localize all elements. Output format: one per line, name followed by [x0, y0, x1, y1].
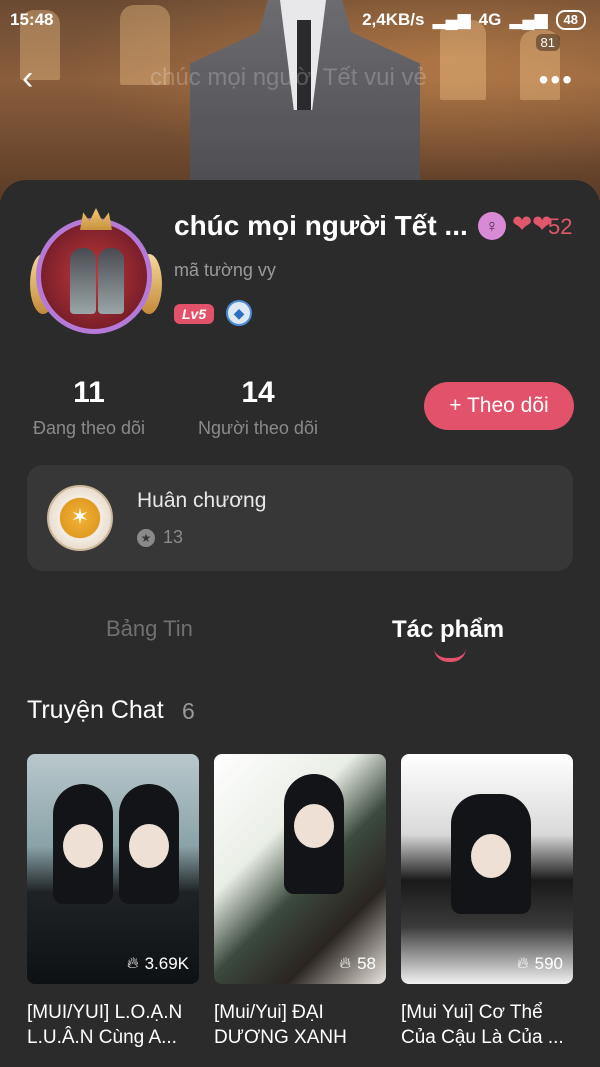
cover-character-face — [129, 824, 169, 868]
story-title: [Mui/Yui] ĐẠI DƯƠNG XANH — [214, 1002, 347, 1048]
profile-display-name: chúc mọi người Tết ... — [174, 210, 468, 241]
cover-character-face — [63, 824, 103, 868]
followers-label: Người theo dõi — [198, 418, 318, 438]
avatar-crown-icon — [80, 208, 112, 230]
following-label: Đang theo dõi — [32, 418, 146, 438]
story-view-count: 58 — [357, 954, 376, 973]
cover-character-face — [294, 804, 334, 848]
status-bar: 15:48 2,4KB/s ▂▄▆ 4G ▂▄▆ 48 — [0, 8, 600, 34]
flame-icon: 🔥︎ — [516, 955, 529, 972]
notification-count: 81 — [535, 34, 560, 51]
story-cover: 🔥︎ 58 — [214, 754, 386, 984]
hearts-count: 52 — [548, 214, 573, 239]
active-tab-indicator — [434, 648, 466, 662]
level-badge: Lv5 — [174, 304, 215, 324]
medal-title: Huân chương — [137, 489, 267, 512]
followers-count: 14 — [241, 376, 275, 409]
medal-card[interactable]: ✶ Huân chương ★ 13 — [27, 465, 573, 571]
battery-level: 48 — [555, 10, 586, 30]
status-time: 15:48 — [10, 10, 54, 29]
story-cover: 🔥︎ 3.69K — [27, 754, 199, 984]
back-arrow-icon[interactable]: ‹ — [22, 60, 52, 96]
story-title: [Mui Yui] Cơ Thể Của Cậu Là Của ... — [401, 1002, 564, 1048]
profile-sub-name: mã tường vy — [174, 260, 276, 280]
story-card[interactable]: 🔥︎ 58 [Mui/Yui] ĐẠI DƯƠNG XANH — [214, 754, 386, 1050]
tab-works[interactable]: Tác phẩm — [392, 616, 504, 644]
avatar-character-left — [70, 248, 96, 314]
story-card[interactable]: 🔥︎ 3.69K [MUI/YUI] L.O.Ạ.N L.U.Â.N Cùng … — [27, 754, 199, 1050]
profile-panel: chúc mọi người Tết ... ♀ ❤❤ 52 mã tường … — [0, 180, 600, 1067]
story-views: 🔥︎ 590 — [517, 954, 563, 974]
flame-icon: 🔥︎ — [339, 955, 352, 972]
story-views: 🔥︎ 3.69K — [127, 954, 189, 974]
medal-icon: ✶ — [47, 485, 113, 551]
net-speed: 2,4KB/s — [362, 10, 425, 29]
nav-title: chúc mọi người Tết vui vẻ — [150, 64, 427, 91]
story-views: 🔥︎ 58 — [339, 954, 376, 974]
network-type: 4G — [478, 10, 502, 29]
hearts-icon: ❤❤ — [512, 211, 553, 238]
story-card[interactable]: 🔥︎ 590 [Mui Yui] Cơ Thể Của Cậu Là Của .… — [401, 754, 573, 1050]
star-icon: ★ — [137, 529, 155, 547]
section-count: 6 — [182, 698, 195, 724]
flame-icon: 🔥︎ — [126, 955, 139, 972]
signal-bars-icon: ▂▄▆ — [432, 10, 471, 29]
gem-icon: ◆ — [226, 300, 252, 326]
female-icon: ♀ — [478, 212, 506, 240]
more-dots-icon[interactable]: ••• — [539, 64, 574, 96]
wifi-signal-icon: ▂▄▆ — [509, 10, 548, 29]
following-count: 11 — [73, 376, 105, 409]
cover-character-face — [471, 834, 511, 878]
story-view-count: 3.69K — [144, 954, 189, 973]
medal-count: 13 — [163, 527, 184, 547]
section-title: Truyện Chat — [27, 696, 164, 724]
follow-button[interactable]: + Theo dõi — [424, 382, 574, 430]
avatar-character-right — [98, 248, 124, 314]
following-stat[interactable]: 11 Đang theo dõi — [26, 376, 152, 439]
story-view-count: 590 — [534, 954, 563, 973]
followers-stat[interactable]: 14 Người theo dõi — [190, 376, 326, 439]
avatar[interactable] — [30, 208, 162, 340]
tab-feed[interactable]: Bảng Tin — [106, 616, 193, 642]
story-title: [MUI/YUI] L.O.Ạ.N L.U.Â.N Cùng A... — [27, 1002, 183, 1048]
story-cover: 🔥︎ 590 — [401, 754, 573, 984]
